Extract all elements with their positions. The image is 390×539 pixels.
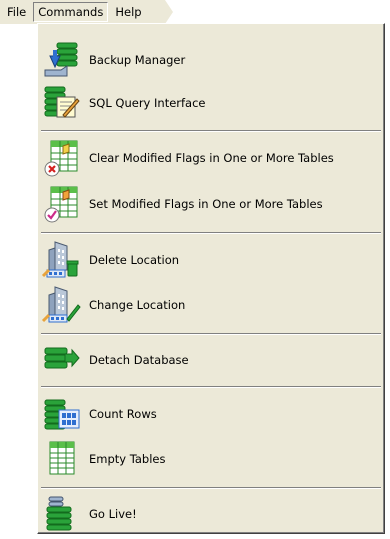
menu-item-label: Delete Location [89,253,180,267]
go-live-icon [46,496,72,531]
menu-bar: File Commands Help [0,0,173,24]
clear-flags-icon [44,140,78,177]
menu-item-change-location[interactable]: Change Location [38,283,384,327]
menu-item-label: Go Live! [89,507,137,521]
menu-item-label: Clear Modified Flags in One or More Tabl… [89,151,334,165]
menu-help[interactable]: Help [110,2,146,22]
menu-file[interactable]: File [2,2,31,22]
menu-item-go-live[interactable]: Go Live! [38,492,384,536]
empty-tables-icon [49,441,75,475]
menu-item-backup-manager[interactable]: Backup Manager [38,38,384,82]
commands-dropdown: Backup Manager SQL Query Interface Clear… [37,23,385,534]
delete-location-icon [41,241,79,278]
sql-query-icon [44,86,80,118]
count-rows-icon [44,399,80,430]
menu-item-label: Backup Manager [89,53,186,67]
menu-separator [41,130,381,132]
menu-item-label: SQL Query Interface [89,96,206,110]
detach-database-icon [44,347,80,369]
menu-item-label: Detach Database [89,353,189,367]
menu-item-clear-modified-flags[interactable]: Clear Modified Flags in One or More Tabl… [38,136,384,180]
menu-separator [41,333,381,335]
menu-item-sql-query-interface[interactable]: SQL Query Interface [38,81,384,125]
menu-commands[interactable]: Commands [33,2,109,22]
menu-item-count-rows[interactable]: Count Rows [38,392,384,436]
menu-separator [41,386,381,388]
menu-item-set-modified-flags[interactable]: Set Modified Flags in One or More Tables [38,182,384,226]
backup-manager-icon [44,42,78,77]
change-location-icon [41,286,81,323]
menu-separator [41,487,381,489]
menu-item-label: Set Modified Flags in One or More Tables [89,197,323,211]
menu-item-label: Change Location [89,298,186,312]
menu-item-label: Count Rows [89,407,157,421]
menu-item-empty-tables[interactable]: Empty Tables [38,437,384,481]
menu-item-detach-database[interactable]: Detach Database [38,338,384,382]
set-flags-icon [44,186,78,223]
menu-separator [41,232,381,234]
menu-item-delete-location[interactable]: Delete Location [38,238,384,282]
menu-item-label: Empty Tables [89,452,166,466]
